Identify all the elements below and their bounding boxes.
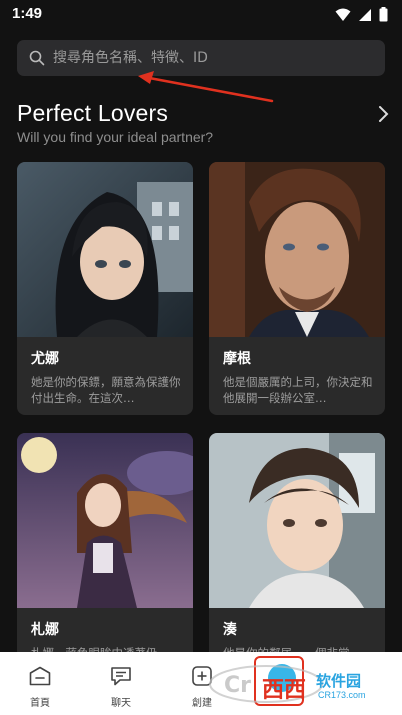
character-description: 她是你的保鏢，願意為保護你付出生命。在這次… bbox=[31, 375, 181, 405]
status-time: 1:49 bbox=[12, 5, 43, 22]
search-icon bbox=[29, 50, 45, 66]
status-bar: 1:49 bbox=[0, 0, 402, 30]
character-portrait bbox=[17, 433, 193, 608]
character-name: 湊 bbox=[223, 622, 237, 638]
home-icon bbox=[29, 666, 51, 686]
character-portrait bbox=[17, 162, 193, 337]
character-card[interactable]: 尤娜 她是你的保鏢，願意為保護你付出生命。在這次… bbox=[17, 162, 193, 415]
svg-text:Cr: Cr bbox=[224, 673, 251, 698]
battery-icon bbox=[379, 7, 388, 22]
nav-chat[interactable]: 聊天 bbox=[96, 666, 146, 709]
nav-chat-label: 聊天 bbox=[111, 698, 131, 709]
character-card[interactable]: 湊 他是你的鄰居，一個非常 bbox=[209, 433, 385, 663]
character-name: 摩根 bbox=[223, 351, 251, 367]
nav-home[interactable]: 首頁 bbox=[15, 666, 65, 709]
watermark-url: CR173.com bbox=[318, 690, 366, 700]
character-name: 札娜 bbox=[31, 622, 59, 638]
character-card[interactable]: 摩根 他是個嚴厲的上司，你決定和他展開一段辦公室… bbox=[209, 162, 385, 415]
status-icons bbox=[335, 7, 388, 22]
character-portrait bbox=[209, 433, 385, 608]
chat-icon bbox=[111, 667, 131, 686]
signal-icon bbox=[359, 8, 371, 21]
nav-home-label: 首頁 bbox=[30, 698, 50, 709]
character-portrait bbox=[209, 162, 385, 337]
character-card[interactable]: 札娜 札娜，蔣色眼眸中透著仍 bbox=[17, 433, 193, 663]
character-description: 他是個嚴厲的上司，你決定和他展開一段辦公室… bbox=[223, 375, 373, 405]
wifi-icon bbox=[335, 8, 351, 21]
section-title: Perfect Lovers bbox=[17, 100, 169, 126]
watermark-logo-text: 西西 bbox=[262, 678, 307, 703]
chevron-right-icon[interactable] bbox=[378, 105, 390, 123]
character-name: 尤娜 bbox=[31, 351, 59, 367]
annotation-arrow bbox=[138, 71, 274, 103]
watermark-brand: 软件园 bbox=[316, 672, 362, 690]
section-subtitle: Will you find your ideal partner? bbox=[17, 129, 214, 145]
